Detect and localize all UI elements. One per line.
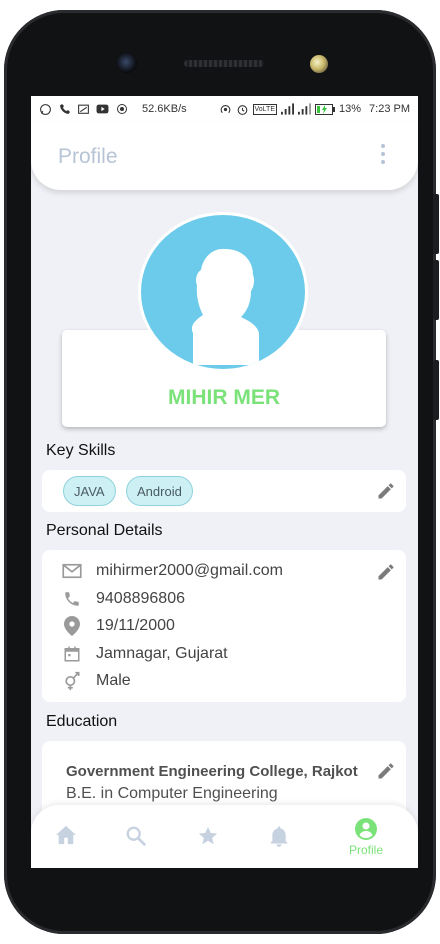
phone-frame: 52.6KB/s VoLTE 13% 7:23 PM Profile MIHIR… [4, 10, 439, 934]
personal-details-card: mihirmer2000@gmail.com 9408896806 19/11/… [42, 550, 406, 702]
nav-profile-label: Profile [348, 843, 383, 857]
phone-row: 9408896806 [62, 588, 185, 610]
screen-cast-icon [77, 103, 90, 116]
education-degree: B.E. in Computer Engineering [66, 785, 278, 802]
edit-personal-details-icon[interactable] [376, 562, 396, 582]
battery-charging-icon [315, 103, 335, 116]
dob-row: 19/11/2000 [62, 615, 175, 637]
profile-name: MIHIR MER [168, 386, 280, 409]
whatsapp-icon [39, 103, 52, 116]
front-camera [117, 53, 137, 73]
more-options-icon[interactable] [378, 144, 388, 164]
home-icon [56, 825, 76, 845]
phone-call-icon [58, 103, 71, 116]
key-skills-card: JAVA Android [42, 470, 406, 512]
clock: 7:23 PM [369, 103, 410, 115]
education-college: Government Engineering College, Rajkot [66, 763, 358, 780]
skill-chip[interactable]: Android [126, 476, 193, 506]
earpiece-speaker [184, 60, 264, 67]
email-value: mihirmer2000@gmail.com [96, 562, 283, 579]
record-icon [115, 103, 128, 116]
skill-chip[interactable]: JAVA [63, 476, 116, 506]
dob-value: 19/11/2000 [96, 617, 175, 634]
account-circle-icon [355, 818, 377, 840]
volte-badge: VoLTE [252, 103, 277, 115]
bell-icon [270, 826, 288, 847]
side-button-top [433, 194, 439, 254]
phone-icon [62, 589, 82, 609]
edit-skills-icon[interactable] [376, 481, 396, 501]
gender-row: Male [62, 670, 131, 692]
email-icon [62, 561, 82, 581]
nav-favorites[interactable] [188, 825, 228, 865]
signal-icon [281, 103, 294, 116]
email-row: mihirmer2000@gmail.com [62, 560, 283, 582]
nav-notifications[interactable] [259, 825, 299, 865]
personal-details-heading: Personal Details [46, 522, 163, 539]
edit-education-icon[interactable] [376, 761, 396, 781]
default-avatar-silhouette-icon [141, 215, 305, 369]
signal-icon-2 [298, 103, 311, 116]
star-icon [198, 826, 218, 845]
nav-home[interactable] [46, 825, 86, 865]
location-value: Jamnagar, Gujarat [96, 645, 228, 662]
screen: 52.6KB/s VoLTE 13% 7:23 PM Profile MIHIR… [31, 96, 418, 868]
key-skills-heading: Key Skills [46, 442, 116, 459]
calendar-icon [62, 644, 82, 664]
bottom-navigation: Profile [31, 805, 418, 868]
gender-value: Male [96, 672, 131, 689]
nav-profile[interactable]: Profile [340, 817, 392, 857]
page-title: Profile [58, 145, 118, 168]
avatar[interactable] [138, 212, 308, 372]
gender-icon [62, 671, 82, 691]
alarm-icon [236, 103, 249, 116]
hotspot-icon [219, 103, 232, 116]
battery-level: 13% [339, 103, 362, 115]
youtube-icon [96, 103, 109, 116]
phone-value: 9408896806 [96, 590, 185, 607]
search-icon [126, 826, 147, 847]
side-button-volume [433, 260, 439, 320]
nav-search[interactable] [116, 825, 156, 865]
app-bar: Profile [31, 122, 418, 190]
proximity-sensor [310, 55, 328, 73]
location-pin-icon [62, 616, 82, 636]
location-row: Jamnagar, Gujarat [62, 643, 228, 665]
side-button-power [433, 360, 439, 420]
status-bar: 52.6KB/s VoLTE 13% 7:23 PM [31, 96, 418, 122]
education-heading: Education [46, 713, 118, 730]
network-speed: 52.6KB/s [142, 103, 187, 115]
